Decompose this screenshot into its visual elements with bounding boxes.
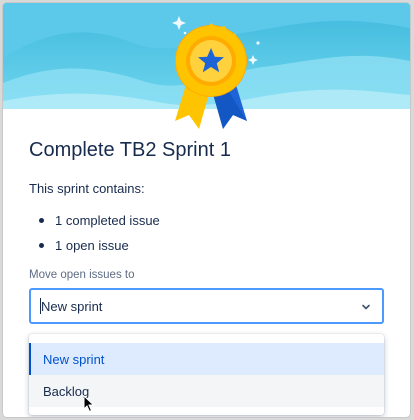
select-current-value: New sprint (41, 299, 103, 314)
bullet-icon (39, 218, 44, 223)
award-ribbon-star-icon (175, 23, 247, 129)
option-label: New sprint (43, 352, 105, 367)
complete-sprint-dialog: Complete TB2 Sprint 1 This sprint contai… (3, 3, 410, 417)
option-new-sprint[interactable]: New sprint (29, 343, 384, 375)
open-issues-count: 1 open issue (55, 238, 129, 253)
move-issues-select[interactable]: New sprint (29, 288, 384, 324)
dialog-title: Complete TB2 Sprint 1 (29, 139, 231, 161)
issue-summary-list: 1 completed issue 1 open issue (39, 208, 160, 258)
mouse-pointer-icon (83, 395, 95, 413)
list-item: 1 completed issue (39, 208, 160, 233)
sprint-contains-text: This sprint contains: (29, 181, 145, 196)
completed-issues-count: 1 completed issue (55, 213, 160, 228)
bullet-icon (39, 243, 44, 248)
move-open-issues-label: Move open issues to (29, 269, 135, 281)
chevron-down-icon[interactable] (360, 301, 372, 313)
list-item: 1 open issue (39, 233, 160, 258)
